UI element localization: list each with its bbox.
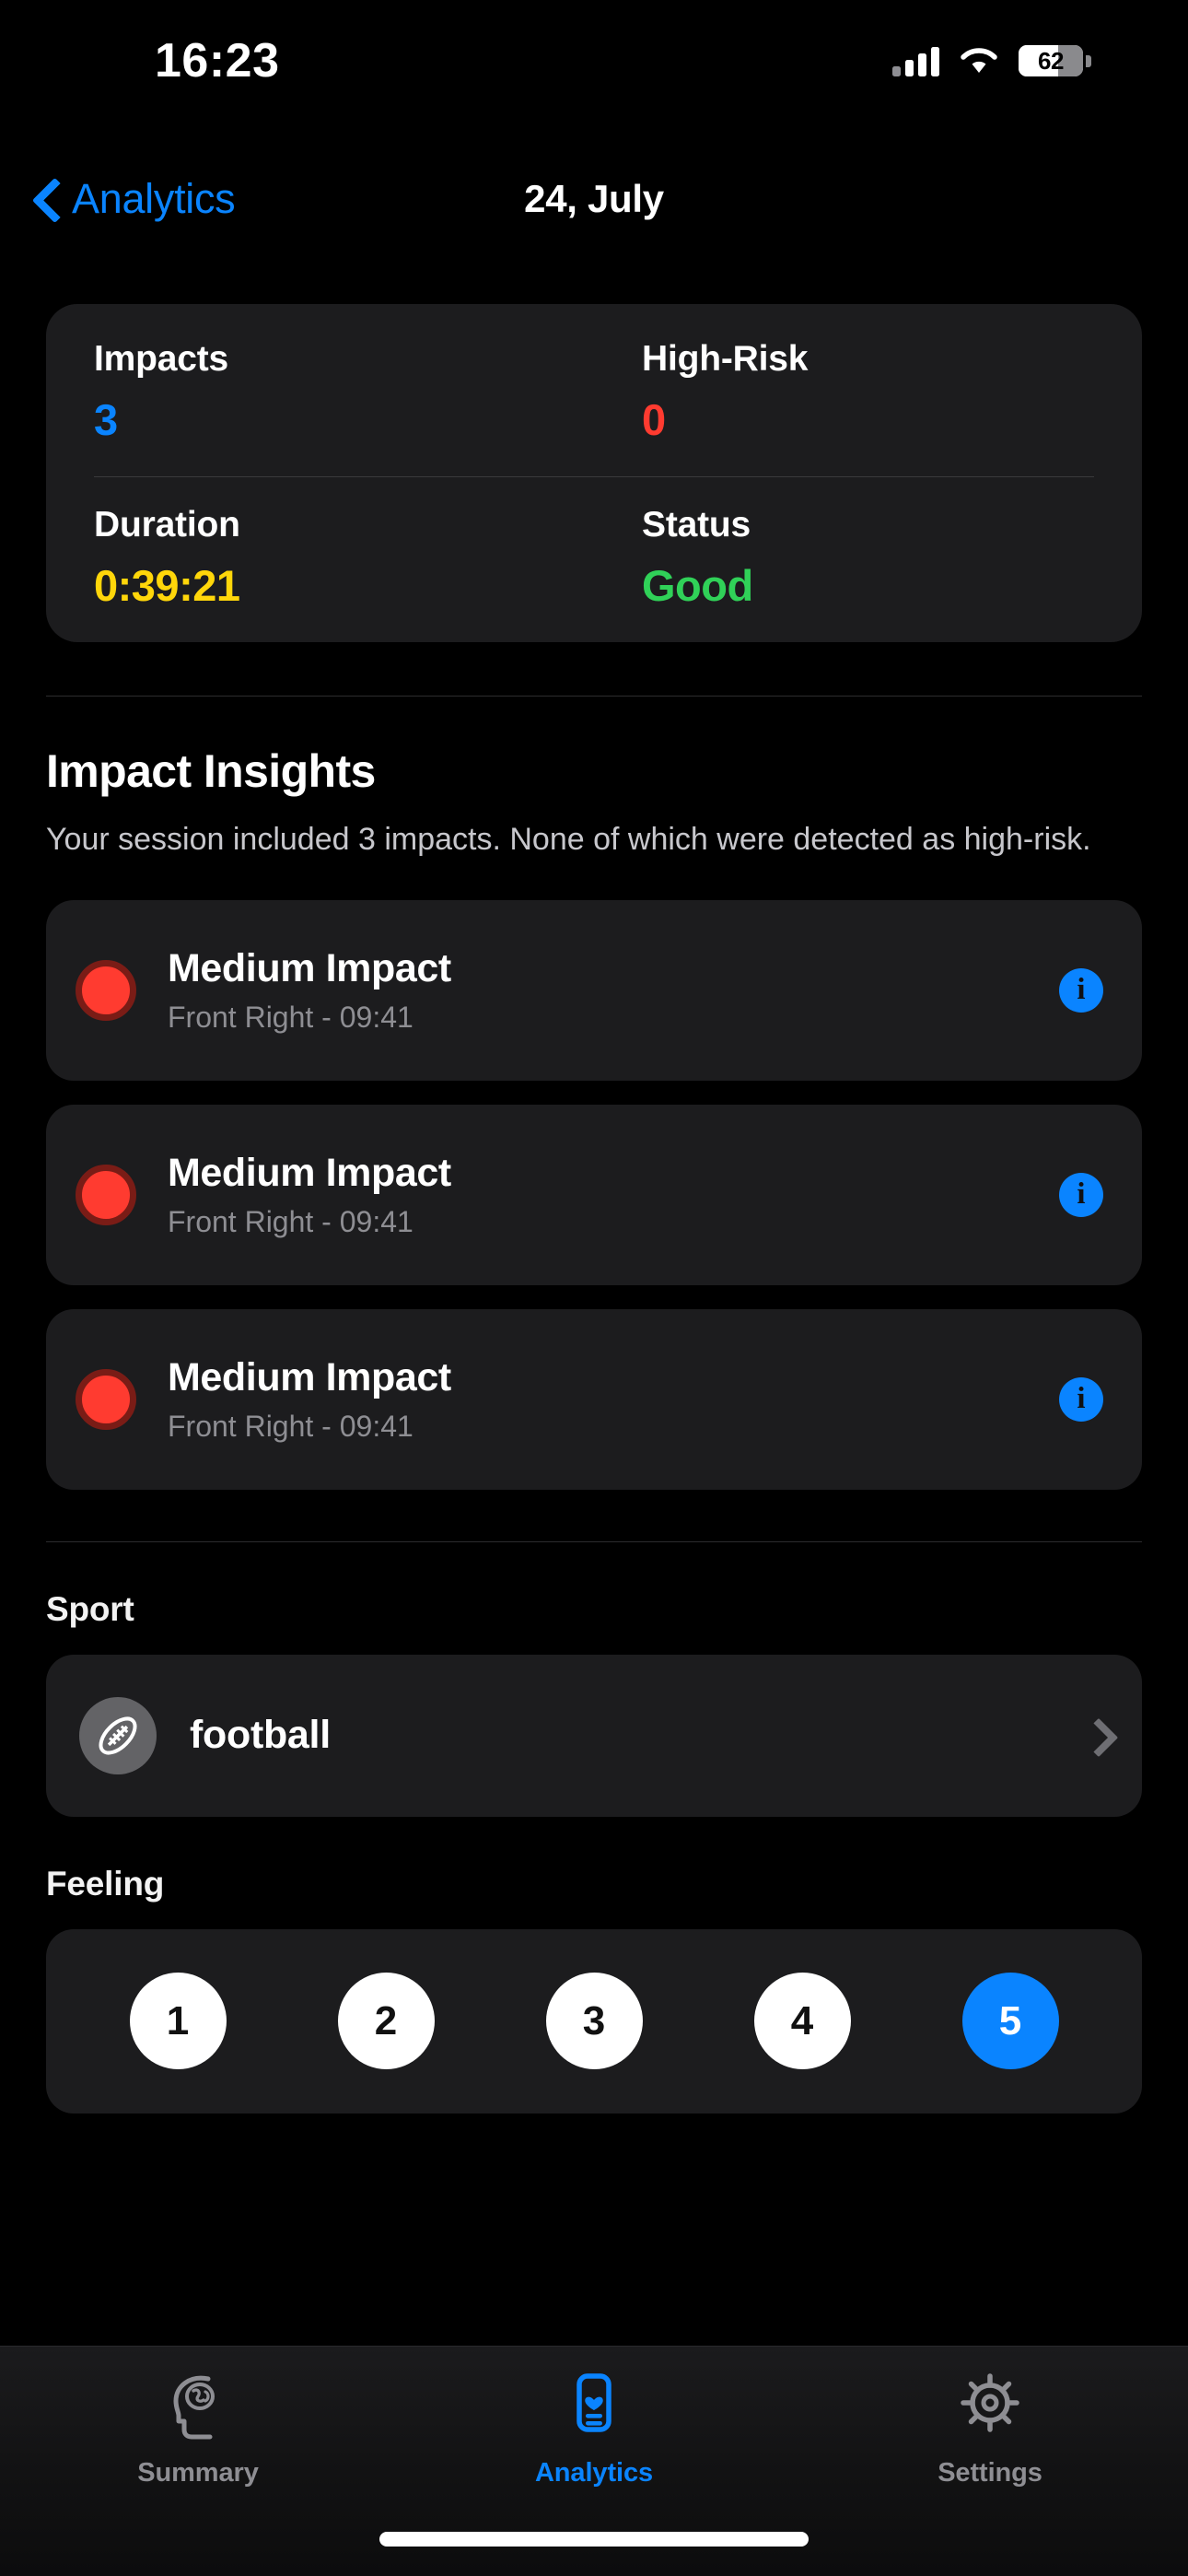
feeling-option-4[interactable]: 4 bbox=[753, 1973, 851, 2070]
stat-duration: Duration 0:39:21 bbox=[46, 505, 594, 611]
stat-high-risk: High-Risk 0 bbox=[594, 339, 1142, 445]
feeling-section: Feeling bbox=[0, 1865, 1188, 1903]
sport-heading: Sport bbox=[46, 1589, 134, 1628]
navigation-bar: Analytics 24, July bbox=[0, 175, 1188, 249]
wifi-icon bbox=[960, 46, 998, 76]
impact-item-title: Medium Impact bbox=[168, 1354, 451, 1399]
scroll-content: Impacts 3 High-Risk 0 Duration 0:39:21 S… bbox=[0, 304, 1188, 2113]
stat-label: Impacts bbox=[94, 339, 228, 379]
info-icon-label: i bbox=[1077, 1177, 1086, 1212]
tab-analytics-label: Analytics bbox=[534, 2458, 654, 2488]
feeling-option-1[interactable]: 1 bbox=[129, 1973, 227, 2070]
home-indicator bbox=[379, 2532, 809, 2547]
stat-value: Good bbox=[642, 561, 753, 610]
stat-value: 0:39:21 bbox=[94, 561, 240, 610]
severity-dot-icon bbox=[76, 959, 136, 1021]
impact-list-item[interactable]: Medium Impact Front Right - 09:41 i bbox=[46, 1104, 1142, 1285]
info-icon[interactable]: i bbox=[1059, 967, 1103, 1013]
impact-item-subtitle: Front Right - 09:41 bbox=[168, 1204, 413, 1238]
stat-label: Duration bbox=[94, 505, 240, 544]
tab-settings[interactable]: Settings bbox=[792, 2372, 1188, 2488]
feeling-heading: Feeling bbox=[46, 1864, 165, 1903]
status-bar-indicators: 62 bbox=[892, 45, 1091, 76]
stats-row-top: Impacts 3 High-Risk 0 bbox=[46, 339, 1142, 445]
gear-icon bbox=[960, 2372, 1020, 2445]
stats-divider bbox=[94, 476, 1094, 477]
impact-item-title: Medium Impact bbox=[168, 945, 451, 990]
impact-item-title: Medium Impact bbox=[168, 1150, 451, 1195]
health-card-icon bbox=[564, 2372, 624, 2445]
section-divider bbox=[46, 1540, 1142, 1542]
stats-row-bottom: Duration 0:39:21 Status Good bbox=[46, 505, 1142, 611]
status-bar-time: 16:23 bbox=[155, 34, 280, 88]
feeling-rating-row: 1 2 3 4 5 bbox=[46, 1928, 1142, 2113]
stat-value: 3 bbox=[94, 395, 118, 444]
tab-analytics[interactable]: Analytics bbox=[396, 2372, 792, 2488]
impact-item-subtitle: Front Right - 09:41 bbox=[168, 1409, 413, 1443]
page-title: 24, July bbox=[524, 177, 664, 220]
severity-dot-icon bbox=[76, 1164, 136, 1225]
impact-insights-title: Impact Insights bbox=[46, 745, 376, 797]
feeling-option-2[interactable]: 2 bbox=[337, 1973, 435, 2070]
impact-item-text: Medium Impact Front Right - 09:41 bbox=[168, 1151, 1059, 1239]
chevron-right-icon bbox=[1085, 1718, 1105, 1753]
sport-row[interactable]: football bbox=[46, 1654, 1142, 1817]
battery-percent: 62 bbox=[1038, 46, 1064, 75]
impact-item-text: Medium Impact Front Right - 09:41 bbox=[168, 1355, 1059, 1444]
app-screen: 16:23 62 Analytics 24, July Impacts 3 Hi… bbox=[0, 0, 1188, 2576]
session-stats-card: Impacts 3 High-Risk 0 Duration 0:39:21 S… bbox=[46, 304, 1142, 642]
impact-list-item[interactable]: Medium Impact Front Right - 09:41 i bbox=[46, 899, 1142, 1081]
tab-summary-label: Summary bbox=[137, 2458, 259, 2488]
feeling-option-3[interactable]: 3 bbox=[545, 1973, 643, 2070]
stat-status: Status Good bbox=[594, 505, 1142, 611]
impact-insights-description: Your session included 3 impacts. None of… bbox=[46, 822, 1091, 857]
severity-dot-icon bbox=[76, 1368, 136, 1430]
info-icon[interactable]: i bbox=[1059, 1172, 1103, 1217]
info-icon[interactable]: i bbox=[1059, 1376, 1103, 1422]
stat-value: 0 bbox=[642, 395, 666, 444]
impact-item-subtitle: Front Right - 09:41 bbox=[168, 1000, 413, 1034]
stat-label: Status bbox=[642, 505, 751, 544]
sport-section: Sport bbox=[0, 1590, 1188, 1629]
impact-insights-section: Impact Insights Your session included 3 … bbox=[0, 744, 1188, 860]
impact-list-item[interactable]: Medium Impact Front Right - 09:41 i bbox=[46, 1308, 1142, 1490]
feeling-option-5[interactable]: 5 bbox=[961, 1973, 1059, 2070]
stat-impacts: Impacts 3 bbox=[46, 339, 594, 445]
info-icon-label: i bbox=[1077, 1382, 1086, 1416]
section-divider bbox=[46, 696, 1142, 697]
impact-list: Medium Impact Front Right - 09:41 i Medi… bbox=[0, 899, 1188, 1490]
tab-summary[interactable]: Summary bbox=[0, 2372, 396, 2488]
cellular-bars-icon bbox=[892, 45, 939, 76]
impact-item-text: Medium Impact Front Right - 09:41 bbox=[168, 946, 1059, 1035]
football-icon bbox=[79, 1696, 157, 1774]
status-bar: 16:23 62 bbox=[0, 0, 1188, 109]
sport-name: football bbox=[190, 1713, 331, 1758]
head-brain-icon bbox=[168, 2372, 228, 2445]
info-icon-label: i bbox=[1077, 973, 1086, 1007]
stat-label: High-Risk bbox=[642, 339, 809, 379]
battery-icon: 62 bbox=[1019, 45, 1091, 76]
tab-settings-label: Settings bbox=[938, 2458, 1042, 2488]
